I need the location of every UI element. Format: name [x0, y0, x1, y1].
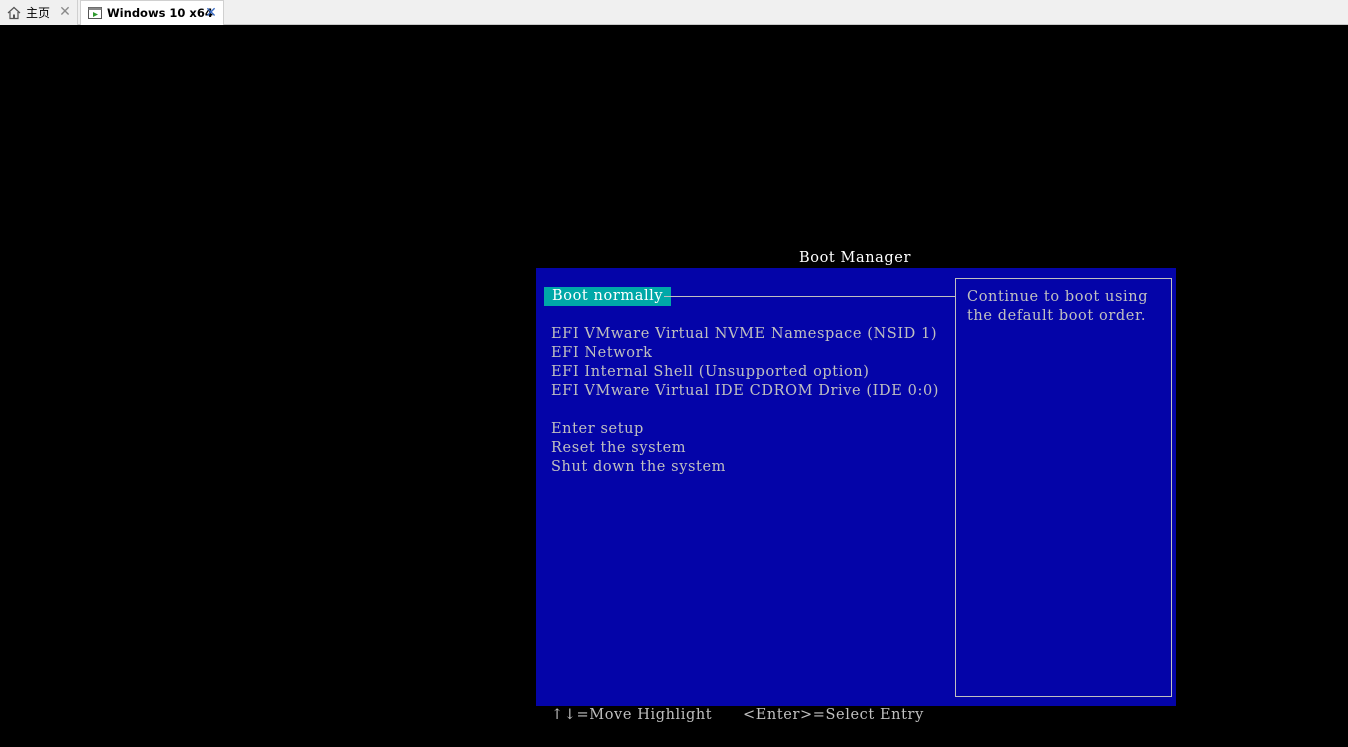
home-icon — [6, 5, 22, 21]
tab-bar: 主页 ✕ Windows 10 x64 ✕ — [0, 0, 1348, 25]
help-text: Continue to boot using the default boot … — [967, 289, 1149, 324]
help-box: Continue to boot using the default boot … — [955, 278, 1172, 697]
divider-line — [664, 296, 955, 297]
menu-item-shut-down-system[interactable]: Shut down the system — [551, 458, 726, 477]
vm-play-icon — [87, 5, 103, 21]
boot-manager-title: Boot Manager — [799, 250, 912, 266]
menu-item-boot-entry[interactable]: EFI Network — [551, 344, 653, 363]
menu-item-boot-normally[interactable]: Boot normally — [544, 287, 672, 306]
boot-manager-panel: Boot normally EFI VMware Virtual NVME Na… — [536, 268, 1176, 706]
footer-select-hint: <Enter>=Select Entry — [743, 707, 924, 723]
menu-item-reset-system[interactable]: Reset the system — [551, 439, 686, 458]
footer-move-hint: ↑↓=Move Highlight — [551, 707, 713, 723]
menu-item-boot-entry[interactable]: EFI VMware Virtual NVME Namespace (NSID … — [551, 325, 937, 344]
menu-item-boot-entry[interactable]: EFI Internal Shell (Unsupported option) — [551, 363, 869, 382]
menu-item-boot-entry[interactable]: EFI VMware Virtual IDE CDROM Drive (IDE … — [551, 382, 939, 401]
close-icon[interactable]: ✕ — [205, 6, 217, 20]
tab-windows-10-x64[interactable]: Windows 10 x64 ✕ — [80, 0, 224, 25]
close-icon[interactable]: ✕ — [59, 5, 71, 19]
tab-home[interactable]: 主页 ✕ — [0, 0, 78, 25]
menu-item-enter-setup[interactable]: Enter setup — [551, 420, 644, 439]
tab-vm-label: Windows 10 x64 — [107, 6, 213, 20]
tab-home-label: 主页 — [26, 6, 51, 20]
